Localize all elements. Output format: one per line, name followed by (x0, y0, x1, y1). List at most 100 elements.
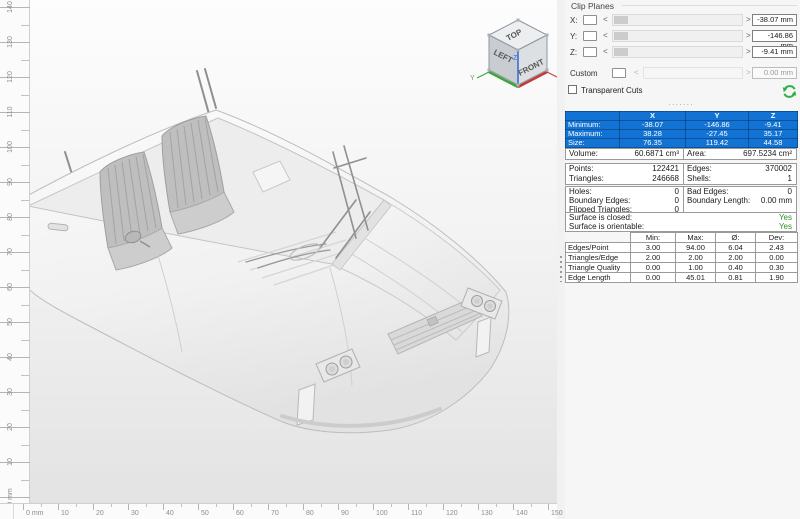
holes-value: 0 (675, 187, 679, 196)
ruler-horizontal: 0 mm102030405060708090100110120130140150 (14, 503, 557, 519)
ruler-tick (58, 504, 59, 510)
stats-col-avg: Ø: (716, 233, 756, 243)
ruler-label: 40 (6, 344, 16, 370)
ruler-label: 40 (166, 510, 174, 517)
surface-orientable-value: Yes (779, 222, 792, 231)
ruler-minor-tick (21, 60, 29, 61)
y-axis-label: Y: (570, 32, 577, 41)
ruler-minor-tick (391, 504, 392, 507)
ruler-label: 80 (306, 510, 314, 517)
ruler-label: 70 (271, 510, 279, 517)
defects-box: Holes:0 Bad Edges:0 Boundary Edges:0 Bou… (565, 186, 797, 215)
x-slider-thumb[interactable] (614, 16, 628, 24)
view-cube[interactable]: TOP LEFT FRONT Z Y X (468, 14, 568, 98)
ruler-minor-tick (21, 410, 29, 411)
statistics-table: Min: Max: Ø: Dev: Edges/Point 3.00 94.00… (565, 232, 798, 283)
custom-plane-slider (643, 67, 743, 79)
y-plane-checkbox[interactable] (583, 31, 597, 41)
x-plane-slider[interactable] (612, 14, 743, 26)
ruler-minor-tick (21, 95, 29, 96)
refresh-icon[interactable] (782, 84, 797, 99)
x-plane-value[interactable]: -38.07 mm (752, 14, 797, 26)
stats-header-row: Min: Max: Ø: Dev: (566, 233, 798, 243)
surface-box: Surface is closed:Yes Surface is orienta… (565, 212, 797, 232)
clip-planes-title: Clip Planes (571, 1, 614, 11)
ruler-label: 120 (6, 64, 16, 90)
bounds-minimum-row: Minimum: -38.07 -146.86 -9.41 (566, 121, 798, 130)
inspector-panel: Clip Planes X: < > -38.07 mm Y: < > -146… (565, 0, 800, 519)
ruler-label: 110 (411, 510, 422, 517)
points-label: Points: (569, 164, 593, 174)
z-axis-label: Z: (570, 48, 577, 57)
x-slider-right-arrow-icon[interactable]: > (746, 15, 751, 24)
ruler-minor-tick (321, 504, 322, 507)
z-plane-checkbox[interactable] (583, 47, 597, 57)
y-plane-value[interactable]: -146.86 mm (752, 30, 797, 42)
ruler-minor-tick (21, 130, 29, 131)
stats-col-max: Max: (676, 233, 716, 243)
ruler-minor-tick (251, 504, 252, 507)
ruler-vertical: 1401301201101009080706050403020100 mm (0, 0, 30, 503)
boundary-edges-label: Boundary Edges: (569, 196, 630, 205)
y-slider-left-arrow-icon[interactable]: < (603, 31, 608, 40)
ruler-label: 90 (6, 169, 16, 195)
transparent-cuts-label: Transparent Cuts (581, 86, 643, 95)
ruler-minor-tick (531, 504, 532, 507)
ruler-tick (163, 504, 164, 510)
z-slider-right-arrow-icon[interactable]: > (746, 47, 751, 56)
y-slider-right-arrow-icon[interactable]: > (746, 31, 751, 40)
ruler-minor-tick (21, 235, 29, 236)
ruler-label: 60 (236, 510, 244, 517)
clip-plane-custom-row: Custom < > 0.00 mm (565, 67, 797, 80)
ruler-tick (233, 504, 234, 510)
ruler-label: 20 (6, 414, 16, 440)
ruler-tick (303, 504, 304, 510)
splitter-grip-icon (560, 256, 562, 282)
stats-col-min: Min: (631, 233, 676, 243)
custom-plane-checkbox[interactable] (612, 68, 626, 78)
volume-value: 60.6871 cm³ (635, 149, 679, 159)
ruler-label: 100 (6, 134, 16, 160)
custom-slider-left-arrow-icon: < (634, 68, 639, 77)
ruler-label: 150 (551, 510, 563, 517)
ruler-minor-tick (111, 504, 112, 507)
boundary-length-value: 0.00 mm (761, 196, 792, 205)
stats-row-triangles-edge: Triangles/Edge 2.00 2.00 2.00 0.00 (566, 253, 798, 263)
3d-viewport[interactable]: TOP LEFT FRONT Z Y X 1401301201101009080… (0, 0, 557, 519)
ruler-label: 50 (6, 309, 16, 335)
z-slider-left-arrow-icon[interactable]: < (603, 47, 608, 56)
ruler-label: 80 (6, 204, 16, 230)
custom-plane-label: Custom (570, 69, 598, 78)
bounds-table: X Y Z Minimum: -38.07 -146.86 -9.41 Maxi… (565, 111, 798, 148)
ruler-tick (373, 504, 374, 510)
ruler-tick (478, 504, 479, 510)
z-plane-value[interactable]: -9.41 mm (752, 46, 797, 58)
bounds-col-z: Z (749, 112, 798, 121)
panel-splitter[interactable] (557, 0, 565, 519)
ruler-minor-tick (21, 375, 29, 376)
section-drag-handle[interactable]: ······· (565, 102, 797, 108)
ruler-minor-tick (181, 504, 182, 507)
ruler-corner (0, 503, 14, 519)
ruler-tick (513, 504, 514, 510)
stats-col-dev: Dev: (756, 233, 798, 243)
clip-plane-x-row: X: < > -38.07 mm (565, 14, 797, 27)
bad-edges-value: 0 (788, 187, 792, 196)
ruler-minor-tick (21, 165, 29, 166)
custom-plane-value: 0.00 mm (752, 67, 797, 79)
shells-label: Shells: (687, 174, 711, 184)
y-slider-thumb[interactable] (614, 32, 628, 40)
ruler-label: 50 (201, 510, 209, 517)
stats-row-edges-point: Edges/Point 3.00 94.00 6.04 2.43 (566, 243, 798, 253)
z-plane-slider[interactable] (612, 46, 743, 58)
ruler-label: 110 (6, 99, 16, 125)
transparent-cuts-checkbox[interactable] (568, 85, 577, 94)
ruler-label: 100 (376, 510, 388, 517)
x-slider-left-arrow-icon[interactable]: < (603, 15, 608, 24)
ruler-label: 60 (6, 274, 16, 300)
z-slider-thumb[interactable] (614, 48, 628, 56)
ruler-minor-tick (21, 270, 29, 271)
x-plane-checkbox[interactable] (583, 15, 597, 25)
ruler-minor-tick (426, 504, 427, 507)
y-plane-slider[interactable] (612, 30, 743, 42)
